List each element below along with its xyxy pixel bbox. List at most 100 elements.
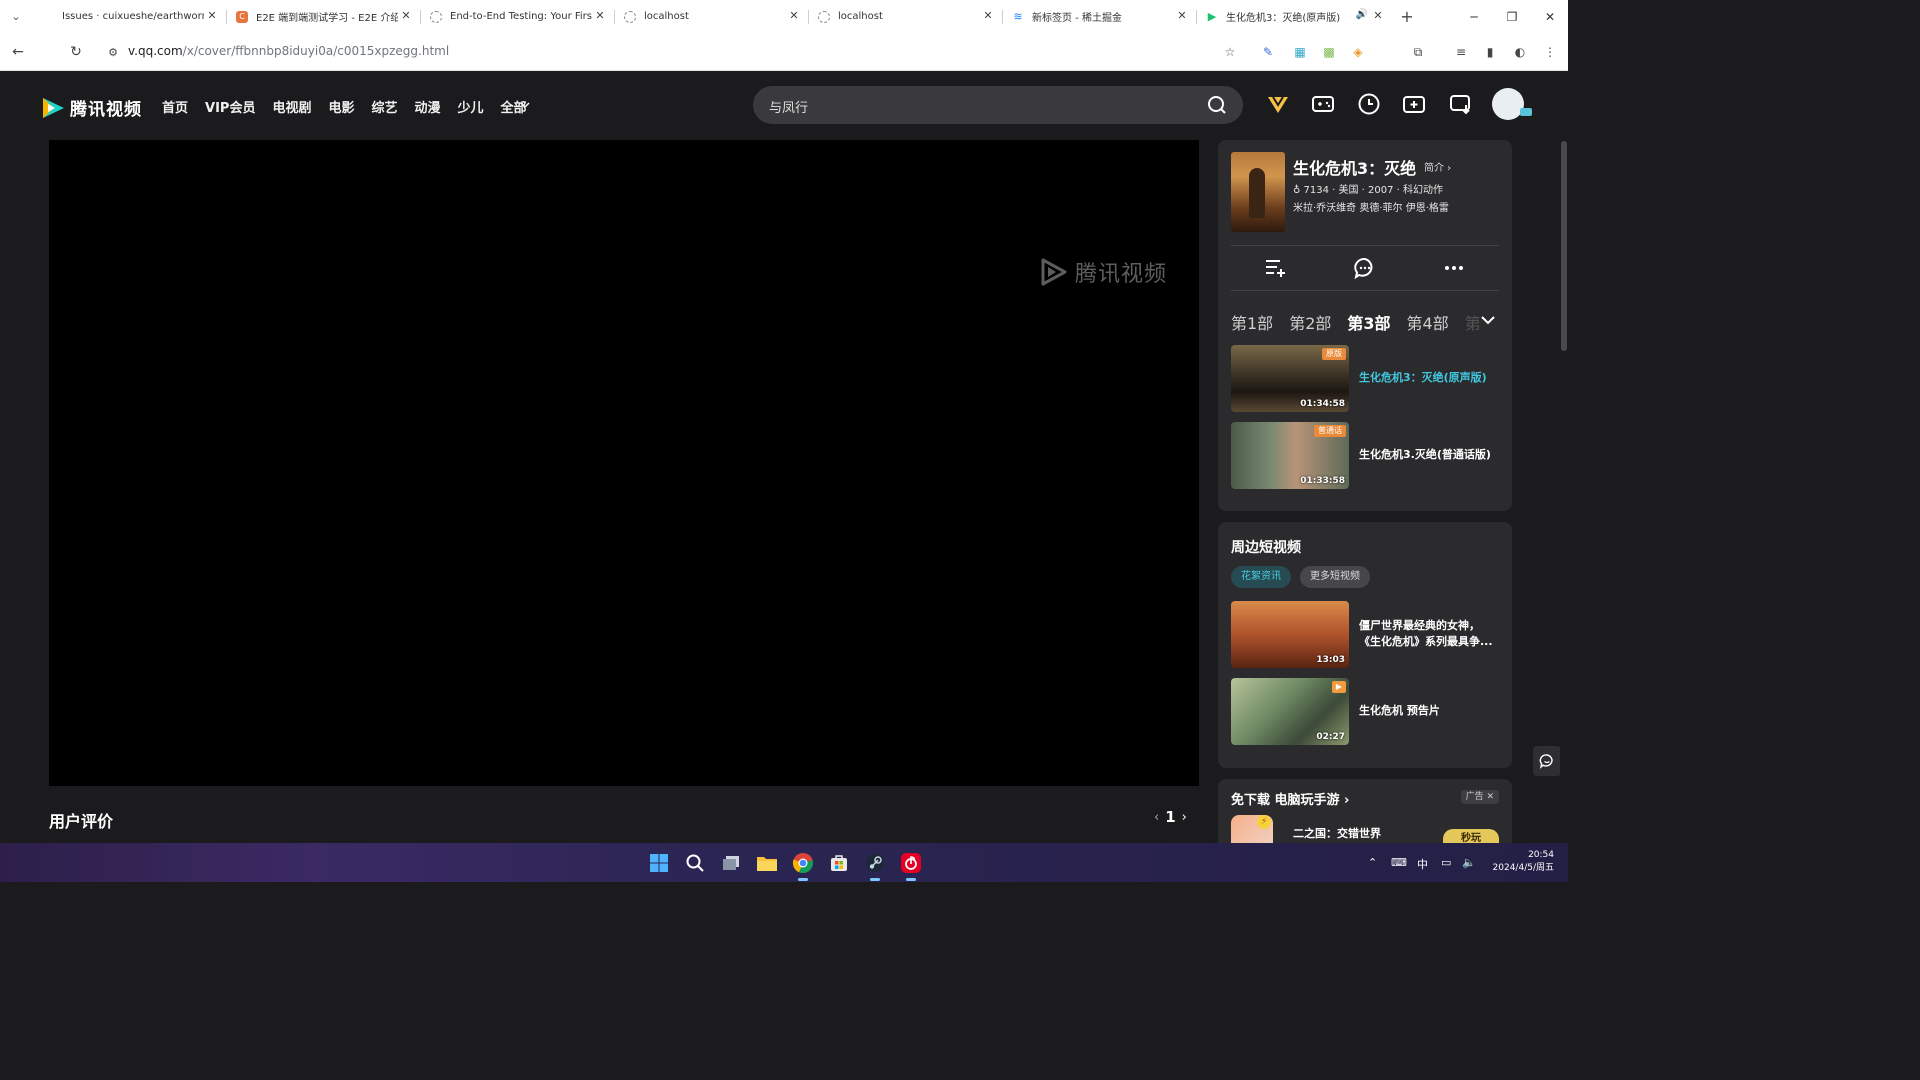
extension-grid-icon[interactable]: ▩ [1321,44,1337,60]
tab-title: Issues · cuixueshe/earthworm [62,11,204,22]
more-dots-icon[interactable] [1442,256,1466,280]
side-panel-icon[interactable]: ▮ [1482,44,1498,60]
close-tab-icon[interactable]: ✕ [594,10,606,22]
close-tab-icon[interactable]: ✕ [982,10,994,22]
search-icon[interactable] [1207,95,1227,115]
ad-heading[interactable]: 免下载 电脑玩手游 › [1231,789,1349,808]
minimize-window-icon[interactable]: ─ [1455,0,1493,33]
tab-part-1[interactable]: 第1部 [1231,310,1273,334]
input-language[interactable]: 中 [1417,856,1428,872]
browser-menu-icon[interactable]: ⋮ [1542,44,1558,60]
episode-item[interactable]: 原版 01:34:58 生化危机3：灭绝(原声版) [1231,345,1501,412]
tab-part-4[interactable]: 第4部 [1407,310,1449,334]
task-view-icon[interactable] [719,851,743,875]
nav-item-anime[interactable]: 动漫 [415,97,441,116]
short-video-item[interactable]: ▶ 02:27 生化危机 预告片 [1231,678,1501,745]
chrome-icon[interactable] [791,851,815,881]
bookmark-star-icon[interactable]: ☆ [1222,44,1238,60]
player-watermark: 腾讯视频 [1037,256,1167,288]
nav-item-tv[interactable]: 电视剧 [272,97,311,116]
new-tab-button[interactable]: + [1392,7,1422,26]
season-tabs: 第1部 第2部 第3部 第4部 第 [1231,310,1497,334]
chip-more-short-videos[interactable]: 更多短视频 [1300,566,1370,588]
comment-bubble-icon[interactable] [1353,256,1377,280]
windows-start-icon[interactable] [647,851,671,875]
close-tab-icon[interactable]: ✕ [1372,10,1384,22]
extension-pen-icon[interactable]: ✎ [1260,44,1276,60]
close-window-icon[interactable]: ✕ [1531,0,1569,33]
display-icon[interactable]: ▭ [1441,856,1451,869]
close-tab-icon[interactable]: ✕ [400,10,412,22]
game-controller-icon[interactable] [1310,91,1336,117]
chevron-down-icon[interactable] [1480,312,1496,328]
nav-item-variety[interactable]: 综艺 [371,97,397,116]
reload-icon[interactable]: ↻ [67,43,85,61]
video-player[interactable]: 腾讯视频 [49,140,1199,786]
nav-item-kids[interactable]: 少儿 [458,97,484,116]
prev-page-icon[interactable]: ‹ [1154,810,1159,825]
ad-badge-text: 广告 [1465,792,1484,802]
close-tab-icon[interactable]: ✕ [1176,10,1188,22]
extensions-puzzle-icon[interactable]: ⧉ [1410,44,1426,60]
tab-search-chevron-icon[interactable]: ⌄ [0,0,32,33]
logo-text: 腾讯视频 [70,100,142,120]
steam-icon[interactable] [863,851,887,881]
microsoft-store-icon[interactable] [827,851,851,875]
upload-video-icon[interactable] [1401,91,1427,117]
intro-link[interactable]: 简介 › [1424,159,1451,174]
add-to-list-icon[interactable] [1263,256,1287,280]
extension-fox-icon[interactable]: ◈ [1350,44,1366,60]
volume-icon[interactable]: 🔈 [1462,856,1476,869]
restore-window-icon[interactable]: ❐ [1493,0,1531,33]
short-video-item[interactable]: 13:03 僵尸世界最经典的女神， 《生化危机》系列最具争... [1231,601,1501,668]
tab-part-2[interactable]: 第2部 [1289,310,1331,334]
show-poster[interactable] [1231,152,1285,232]
netease-music-icon[interactable] [899,851,923,881]
site-favicon-icon: C [236,10,248,23]
url-host: v.qq.com [128,44,183,58]
keyboard-icon[interactable]: ⌨ [1391,856,1407,869]
browser-tab[interactable]: End-to-End Testing: Your First ✕ [420,0,614,33]
tray-chevron-up-icon[interactable]: ⌃ [1368,856,1377,869]
next-page-icon[interactable]: › [1182,810,1187,825]
user-avatar[interactable] [1492,88,1524,120]
browser-tab[interactable]: localhost ✕ [614,0,808,33]
tab-part-3[interactable]: 第3部 [1347,310,1390,334]
site-logo[interactable]: 腾讯视频 [40,95,142,120]
chip-trivia[interactable]: 花絮资讯 [1231,566,1291,588]
url-field[interactable]: v.qq.com/x/cover/ffbnnbp8iduyi0a/c0015xp… [128,44,449,58]
scrollbar-thumb[interactable] [1561,141,1567,351]
back-arrow-icon[interactable]: ← [9,43,27,61]
history-clock-icon[interactable] [1356,91,1382,117]
site-info-icon[interactable]: ⚙ [104,43,122,61]
nav-item-home[interactable]: 首页 [162,97,188,116]
chevron-down-icon[interactable] [520,101,530,109]
browser-tab[interactable]: localhost ✕ [808,0,1002,33]
profile-sync-icon[interactable]: ◐ [1512,44,1528,60]
extension-translate-icon[interactable]: ▦ [1292,44,1308,60]
system-clock[interactable]: 20:54 2024/4/5/周五 [1488,849,1554,875]
flash-icon: ⚡ [1257,815,1271,829]
tab-part-5[interactable]: 第 [1465,310,1481,334]
browser-tab[interactable]: C E2E 端到端测试学习 - E2E 介绍 ✕ [226,0,420,33]
audio-playing-icon[interactable]: 🔊 [1356,9,1368,20]
nav-item-movie[interactable]: 电影 [328,97,354,116]
browser-tab[interactable]: ≋ 新标签页 - 稀土掘金 ✕ [1002,0,1196,33]
search-box[interactable]: 与凤行 [753,86,1243,124]
ad-badge[interactable]: 广告 ✕ [1460,790,1499,804]
browser-tab[interactable]: Issues · cuixueshe/earthworm ✕ [32,0,226,33]
vip-diamond-icon[interactable] [1265,91,1291,117]
taskbar-search-icon[interactable] [683,851,707,875]
loading-favicon-icon [430,10,442,23]
browser-tab-active[interactable]: ▶ 生化危机3：灭绝(原声版) 🔊 ✕ [1196,0,1392,33]
search-input[interactable]: 与凤行 [769,97,808,116]
episode-item[interactable]: 普通话 01:33:58 生化危机3.灭绝(普通话版) [1231,422,1501,489]
ad-panel: 免下载 电脑玩手游 › 广告 ✕ ⚡ 二之国：交错世界 秒玩 [1218,779,1512,849]
file-explorer-icon[interactable] [755,851,779,875]
reading-list-icon[interactable]: ≡ [1453,44,1469,60]
download-client-icon[interactable] [1448,91,1474,117]
close-tab-icon[interactable]: ✕ [788,10,800,22]
nav-item-vip[interactable]: VIP会员 [205,97,255,116]
feedback-button[interactable] [1533,746,1561,776]
close-tab-icon[interactable]: ✕ [206,10,218,22]
